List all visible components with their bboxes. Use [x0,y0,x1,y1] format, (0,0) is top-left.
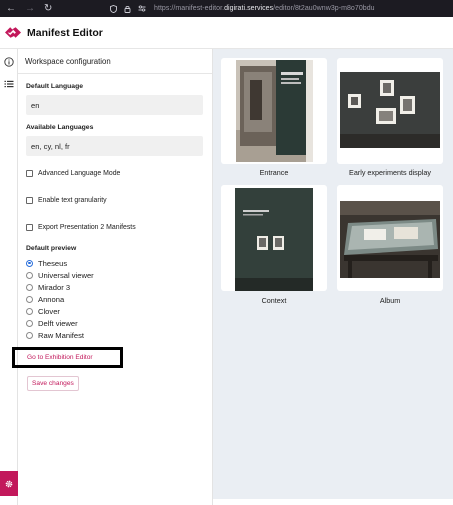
address-bar[interactable]: https://manifest-editor.digirati.service… [154,5,375,12]
canvas-card-entrance[interactable] [221,58,327,164]
preview-option-label: Theseus [38,258,68,268]
go-to-exhibition-editor-link[interactable]: Go to Exhibition Editor [12,347,123,368]
preview-option-universal-viewer[interactable]: Universal viewer [26,269,204,281]
settings-button[interactable] [0,471,18,496]
canvas-label-album: Album [379,296,401,305]
left-rail [0,49,18,505]
enable-text-granularity-checkbox[interactable] [26,197,33,204]
canvas-label-context: Context [261,296,287,305]
save-changes-button[interactable]: Save changes [27,376,79,391]
export-presentation-2-checkbox[interactable] [26,224,33,231]
url-prefix: https://manifest-editor. [154,5,225,12]
preview-option-raw-manifest[interactable]: Raw Manifest [26,329,204,341]
radio-button[interactable] [26,271,33,279]
shield-icon[interactable] [110,4,117,13]
preview-option-delft-viewer[interactable]: Delft viewer [26,317,204,329]
preview-option-label: Delft viewer [38,318,78,328]
available-languages-input[interactable]: en, cy, nl, fr [26,136,203,156]
advanced-language-mode-label: Advanced Language Mode [38,170,121,177]
default-language-label: Default Language [26,83,84,90]
list-icon [4,80,14,88]
radio-button[interactable] [26,319,33,327]
canvas-label-entrance: Entrance [259,168,289,177]
browser-toolbar: ← → ↻ https://manifest-editor.digirati.s… [0,0,453,17]
advanced-language-mode-checkbox[interactable] [26,170,33,177]
preview-option-label: Raw Manifest [38,330,85,340]
url-path: /editor/8t2au0wnw3p-m8o70bdu [273,5,375,12]
reload-icon[interactable]: ↻ [44,3,52,14]
radio-button[interactable] [26,283,33,291]
gear-icon [5,480,13,487]
canvas-thumbnail-entrance [236,60,313,162]
preview-option-label: Mirador 3 [38,282,71,292]
available-languages-label: Available Languages [26,124,94,131]
info-icon [4,57,14,67]
back-arrow-icon[interactable]: ← [6,3,16,14]
url-domain: digirati.services [224,5,274,12]
forward-arrow-icon[interactable]: → [25,3,35,14]
canvas-grid: Entrance Early experiments display Conte… [213,49,453,499]
lock-icon[interactable] [124,5,131,13]
browser-nav: ← → ↻ [0,3,110,14]
canvas-label-early-experiments: Early experiments display [349,168,431,177]
radio-button[interactable] [26,307,33,315]
canvas-card-context[interactable] [221,185,327,291]
rail-list-button[interactable] [0,73,18,95]
preview-option-label: Universal viewer [38,270,94,280]
app-header: Manifest Editor [0,17,453,49]
export-presentation-2-label: Export Presentation 2 Manifests [38,224,136,231]
default-preview-label: Default preview [26,245,77,252]
enable-text-granularity-row[interactable]: Enable text granularity [26,197,204,204]
default-language-input[interactable]: en [26,95,203,115]
preview-option-theseus[interactable]: Theseus [26,257,204,269]
canvas-card-early-experiments[interactable] [337,58,443,164]
canvas-thumbnail-context [235,188,313,291]
radio-button-selected[interactable] [26,259,33,267]
workspace-config-panel: Workspace configuration Default Language… [18,49,213,505]
radio-button[interactable] [26,295,33,303]
panel-title: Workspace configuration [18,49,212,74]
default-preview-radio-group: Theseus Universal viewer Mirador 3 Annon… [26,257,204,341]
export-presentation-2-row[interactable]: Export Presentation 2 Manifests [26,224,204,231]
url-bar-icons [110,4,146,13]
preview-option-annona[interactable]: Annona [26,293,204,305]
enable-text-granularity-label: Enable text granularity [38,197,107,204]
canvas-card-album[interactable] [337,185,443,291]
canvas-thumbnail-album [340,201,440,278]
preview-option-label: Annona [38,294,65,304]
rail-info-button[interactable] [0,51,18,73]
manifest-editor-logo-icon [5,27,21,38]
preview-option-mirador-3[interactable]: Mirador 3 [26,281,204,293]
radio-button[interactable] [26,331,33,339]
permissions-icon[interactable] [138,5,146,12]
app-title: Manifest Editor [27,26,103,39]
canvas-thumbnail-early-experiments [340,72,440,148]
advanced-language-mode-row[interactable]: Advanced Language Mode [26,170,204,177]
preview-option-clover[interactable]: Clover [26,305,204,317]
preview-option-label: Clover [38,306,60,316]
